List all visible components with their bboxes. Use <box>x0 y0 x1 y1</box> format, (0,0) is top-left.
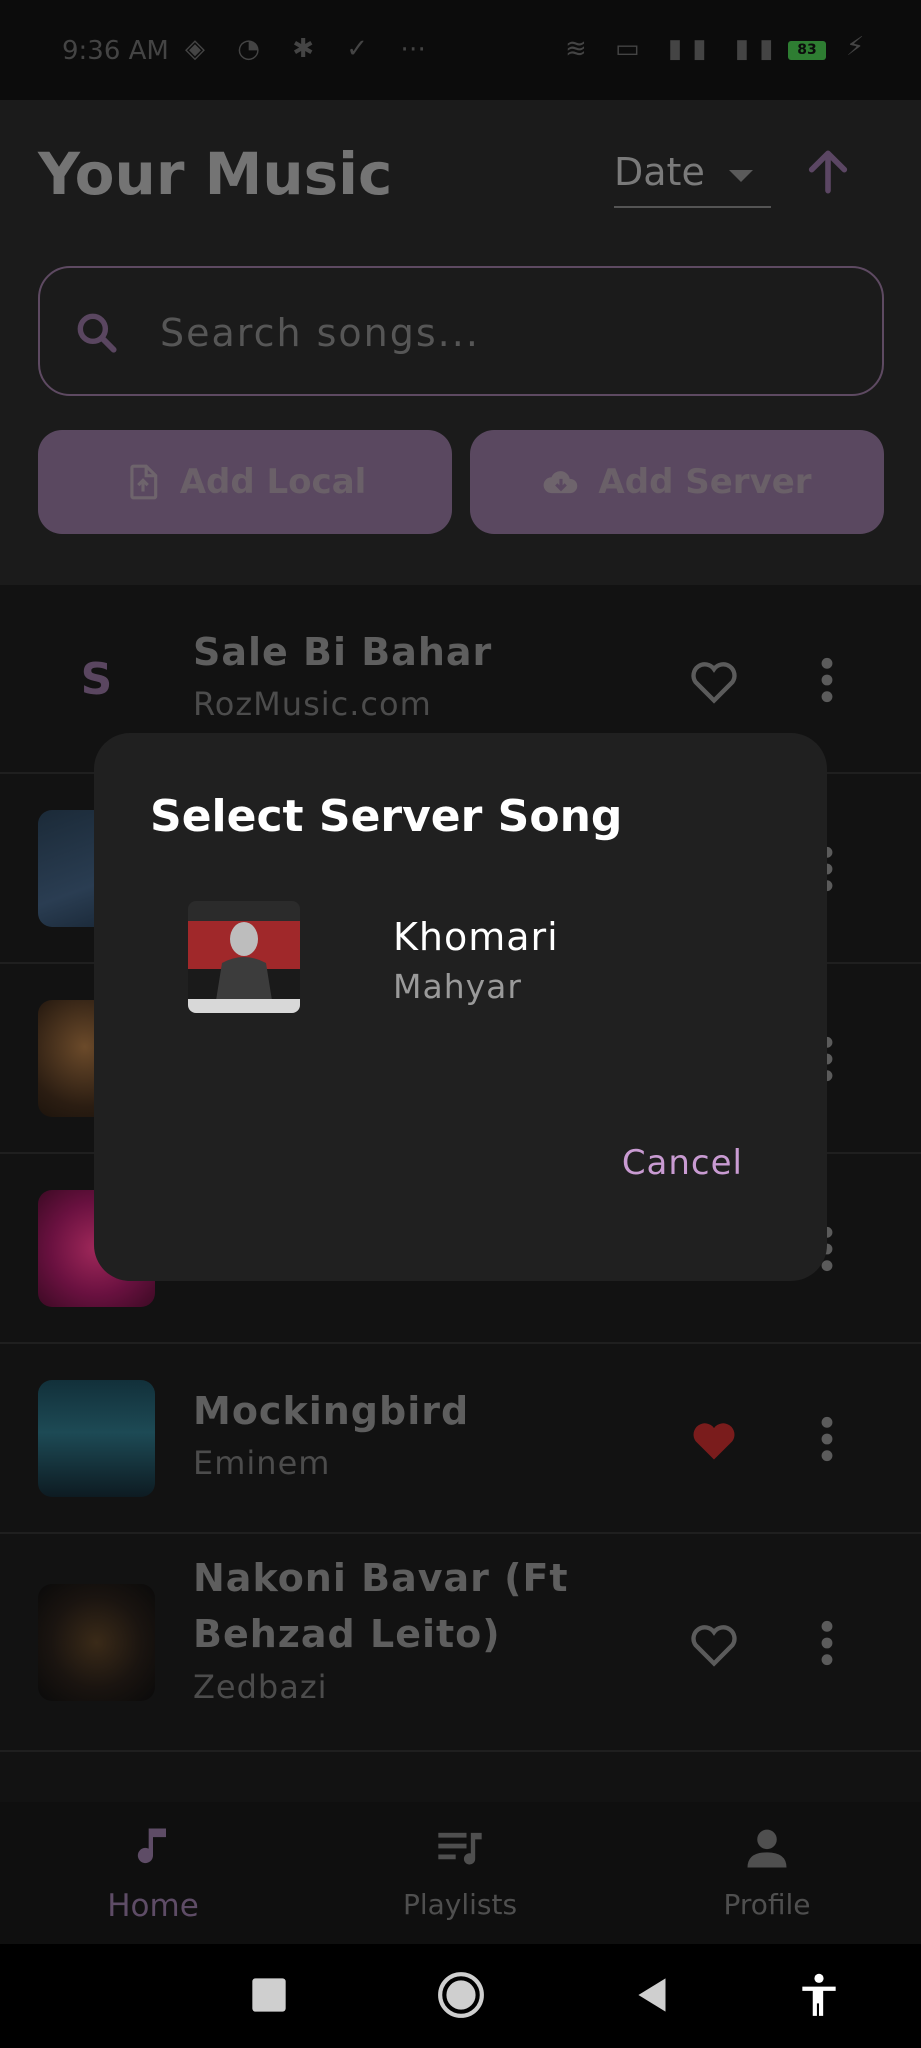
heart-outline-icon[interactable] <box>688 1620 740 1668</box>
server-song-artist: Mahyar <box>393 967 522 1006</box>
page-title: Your Music <box>38 140 393 208</box>
search-icon <box>77 313 117 353</box>
sort-dropdown-value: Date <box>614 150 705 194</box>
queue-music-icon <box>438 1832 482 1865</box>
more-vert-icon[interactable] <box>812 1618 842 1668</box>
more-vert-icon[interactable] <box>812 655 842 705</box>
music-header: Your Music Date Add Local <box>0 100 921 585</box>
song-artist: Zedbazi <box>193 1668 328 1706</box>
nav-playlists-label: Playlists <box>402 1888 518 1921</box>
charging-icon: ⚡ <box>846 32 865 62</box>
music-note-icon <box>137 1828 166 1864</box>
notification-icons: ◈ ◔ ✱ ✓ ⋯ <box>185 34 439 64</box>
song-title: Sale Bi Bahar <box>193 630 493 674</box>
recents-icon[interactable] <box>244 1970 294 2020</box>
nav-home[interactable]: Home <box>63 1822 243 1932</box>
cloud-download-icon <box>544 471 578 494</box>
status-bar: 9:36 AM ◈ ◔ ✱ ✓ ⋯ ≋ ▭ ▮▮ ▮▮ 83 ⚡ <box>0 0 921 100</box>
song-title-line-2: Behzad Leito) <box>193 1612 501 1656</box>
server-song-title: Khomari <box>393 915 559 959</box>
song-artist: RozMusic.com <box>193 685 432 723</box>
search-input[interactable] <box>160 298 840 368</box>
sort-ascending-icon[interactable] <box>800 144 856 200</box>
song-row[interactable]: Mockingbird Eminem <box>0 1344 921 1534</box>
select-server-song-dialog: Select Server Song Khomari Mahyar Cancel <box>94 733 827 1281</box>
search-field[interactable] <box>38 266 884 396</box>
file-upload-icon <box>130 464 157 500</box>
person-icon <box>747 1829 787 1868</box>
home-circle-icon[interactable] <box>436 1970 486 2020</box>
bottom-navigation: Home Playlists Profile <box>0 1802 921 1944</box>
status-time: 9:36 AM <box>62 36 169 66</box>
sort-dropdown[interactable]: Date <box>614 144 771 208</box>
accessibility-icon[interactable] <box>794 1970 844 2020</box>
nav-playlists[interactable]: Playlists <box>370 1822 550 1932</box>
song-title: Mockingbird <box>193 1389 470 1433</box>
signal-icons: ≋ ▭ ▮▮ ▮▮ <box>565 34 784 64</box>
cancel-button[interactable]: Cancel <box>622 1143 743 1183</box>
dialog-title: Select Server Song <box>150 791 623 842</box>
song-row[interactable] <box>0 1752 921 1802</box>
server-song-art <box>188 901 300 1013</box>
song-title-line-1: Nakoni Bavar (Ft <box>193 1556 569 1600</box>
server-song-item[interactable]: Khomari Mahyar <box>150 901 770 1033</box>
nav-profile[interactable]: Profile <box>677 1822 857 1932</box>
song-art <box>38 1380 155 1497</box>
add-server-button[interactable]: Add Server <box>470 430 884 534</box>
add-local-button[interactable]: Add Local <box>38 430 452 534</box>
add-local-label: Add Local <box>179 462 367 502</box>
chevron-down-icon <box>729 170 753 182</box>
nav-home-label: Home <box>107 1888 199 1924</box>
song-art-placeholder: S <box>80 654 113 705</box>
nav-profile-label: Profile <box>723 1888 811 1921</box>
heart-outline-icon[interactable] <box>688 657 740 705</box>
song-artist: Eminem <box>193 1444 331 1482</box>
heart-filled-icon[interactable] <box>688 1416 740 1464</box>
song-art <box>38 1584 155 1701</box>
song-row[interactable]: Nakoni Bavar (Ft Behzad Leito) Zedbazi <box>0 1534 921 1752</box>
app-root: 9:36 AM ◈ ◔ ✱ ✓ ⋯ ≋ ▭ ▮▮ ▮▮ 83 ⚡ Your Mu… <box>0 0 921 2048</box>
back-icon[interactable] <box>628 1970 678 2020</box>
more-vert-icon[interactable] <box>812 1414 842 1464</box>
battery-icon: 83 <box>788 41 826 60</box>
system-navigation-bar <box>0 1944 921 2048</box>
add-server-label: Add Server <box>598 462 812 502</box>
